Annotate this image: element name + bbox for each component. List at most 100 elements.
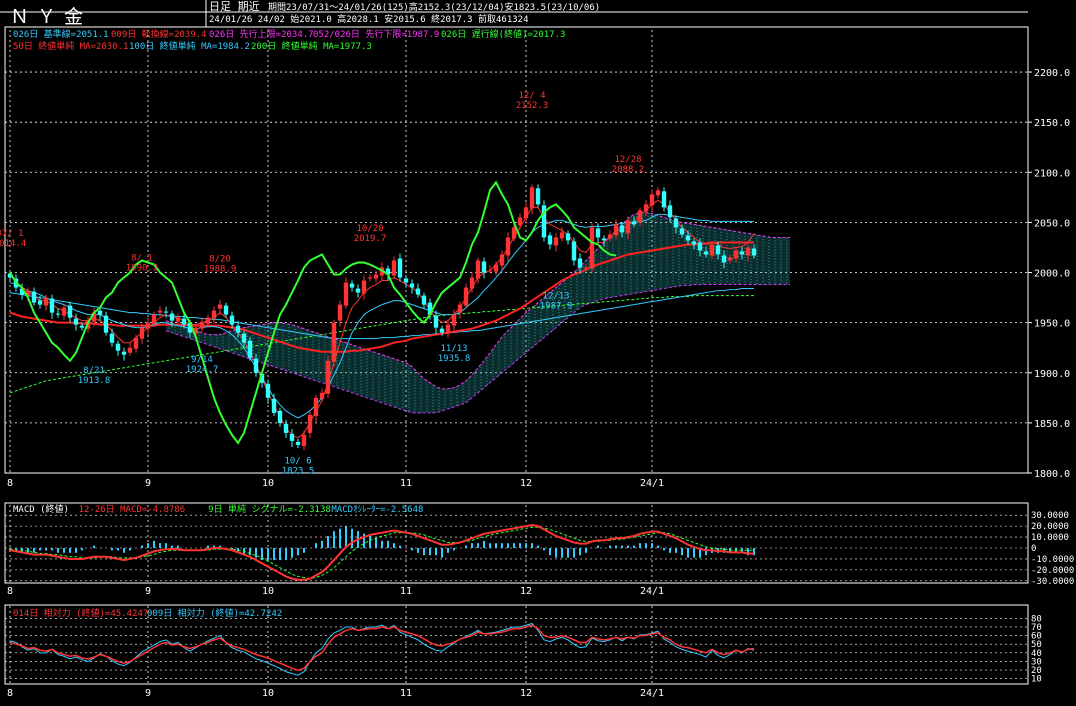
cloud-segment [652,213,658,291]
candle-body [163,311,169,313]
candle-body [217,304,223,309]
candle-body [433,315,439,328]
candle-body [325,360,331,394]
annotation-value: 1988.9 [204,265,237,275]
annotation-date: 12/ 4 [518,91,545,101]
chart-svg: 8 8 8 9 9 9 10 10 10 11 11 11 12 12 12 24/1 24/1 24/1 1800… [0,0,1074,699]
x-tick-label-rsi: 10 [262,688,274,699]
candle-body [151,314,157,324]
candle-body [241,333,247,343]
candle-body [97,310,103,315]
candle-body [61,307,67,316]
candle-body [115,343,121,351]
candle-body [673,218,679,228]
ma100-line [9,288,754,340]
candle-body [523,207,529,219]
candle-body [37,300,43,305]
candle-body [439,328,445,333]
candle-body [643,204,649,212]
macd-tick-label: -10.0000 [1031,555,1074,565]
cloud-segment [532,302,538,348]
candle-body [223,305,229,315]
candle-body [307,414,313,433]
candle-body [55,313,61,315]
annotation-date: 9/14 [191,355,213,365]
candle-body [733,250,739,259]
candle-body [169,313,175,321]
candle-body [493,264,499,272]
annotation-date: 8/20 [209,255,231,265]
candle-body [595,228,601,238]
candle-body [589,227,595,269]
candle-body [703,251,709,255]
y-tick-label: 1900.0 [1034,369,1070,380]
x-tick-label: 10 [262,478,274,489]
y-tick-label: 2000.0 [1034,269,1070,280]
candle-body [475,260,481,279]
candle-body [415,288,421,295]
candle-body [619,225,625,233]
candle-body [463,287,469,306]
x-tick-label: 9 [145,478,151,489]
candle-body [403,278,409,283]
macd-signal-line [9,526,754,580]
x-tick-label: 8 [7,478,13,489]
candle-body [31,291,37,303]
candle-body [361,280,367,294]
candle-body [691,241,697,245]
annotation-date: 12/28 [614,155,641,165]
candle-body [499,254,505,266]
annotation-date: 10/ 6 [284,456,311,466]
rsi14-line [9,624,755,671]
candle-body [337,304,343,321]
candle-body [235,325,241,333]
candle-body [715,245,721,255]
x-tick-label-macd: 10 [262,586,274,597]
annotation-value: 2019.7 [354,234,387,244]
annotation-value: 1924.7 [186,365,219,375]
candle-body [175,317,181,322]
candle-body [349,283,355,288]
y-tick-label: 1850.0 [1034,419,1070,430]
candle-body [121,351,127,355]
candle-body [445,324,451,334]
candle-body [391,260,397,276]
chart-window: ＮＹ金 日足 期近 期間23/07/31～24/01/26(125)高2152.… [0,0,1076,706]
candle-body [751,248,757,256]
candle-body [649,194,655,206]
cloud-segment [430,382,436,413]
rsi9-line [9,622,755,676]
candle-body [355,288,361,293]
candle-body [571,241,577,261]
y-tick-label: 1950.0 [1034,319,1070,330]
candle-body [295,441,301,445]
x-tick-label: 11 [400,478,412,489]
candle-body [607,234,613,239]
candle-body [49,298,55,313]
x-tick-label-macd: 11 [400,586,412,597]
candle-body [487,270,493,272]
candle-body [631,221,637,225]
x-tick-label-rsi: 12 [520,688,532,699]
y-tick-label: 2100.0 [1034,168,1070,179]
annotation-value: 1987.9 [540,302,573,312]
candle-body [265,383,271,398]
candle-body [697,242,703,251]
x-tick-label-macd: 8 [7,586,13,597]
cloud-segment [484,352,490,388]
annotation-date: 10/20 [356,224,383,234]
cloud-segment [784,237,790,285]
annotation-value: 1990.2 [126,263,159,273]
candle-body [289,433,295,441]
candle-body [535,188,541,205]
candle-body [577,258,583,268]
candle-body [67,305,73,318]
candle-body [313,397,319,416]
macd-tick-label: 30.0000 [1031,511,1069,521]
candle-body [739,251,745,255]
candle-body [205,317,211,324]
candle-body [157,310,163,313]
candle-body [271,398,277,413]
cloud-segment [772,237,778,285]
annotation-value: 1823.5 [282,466,315,476]
